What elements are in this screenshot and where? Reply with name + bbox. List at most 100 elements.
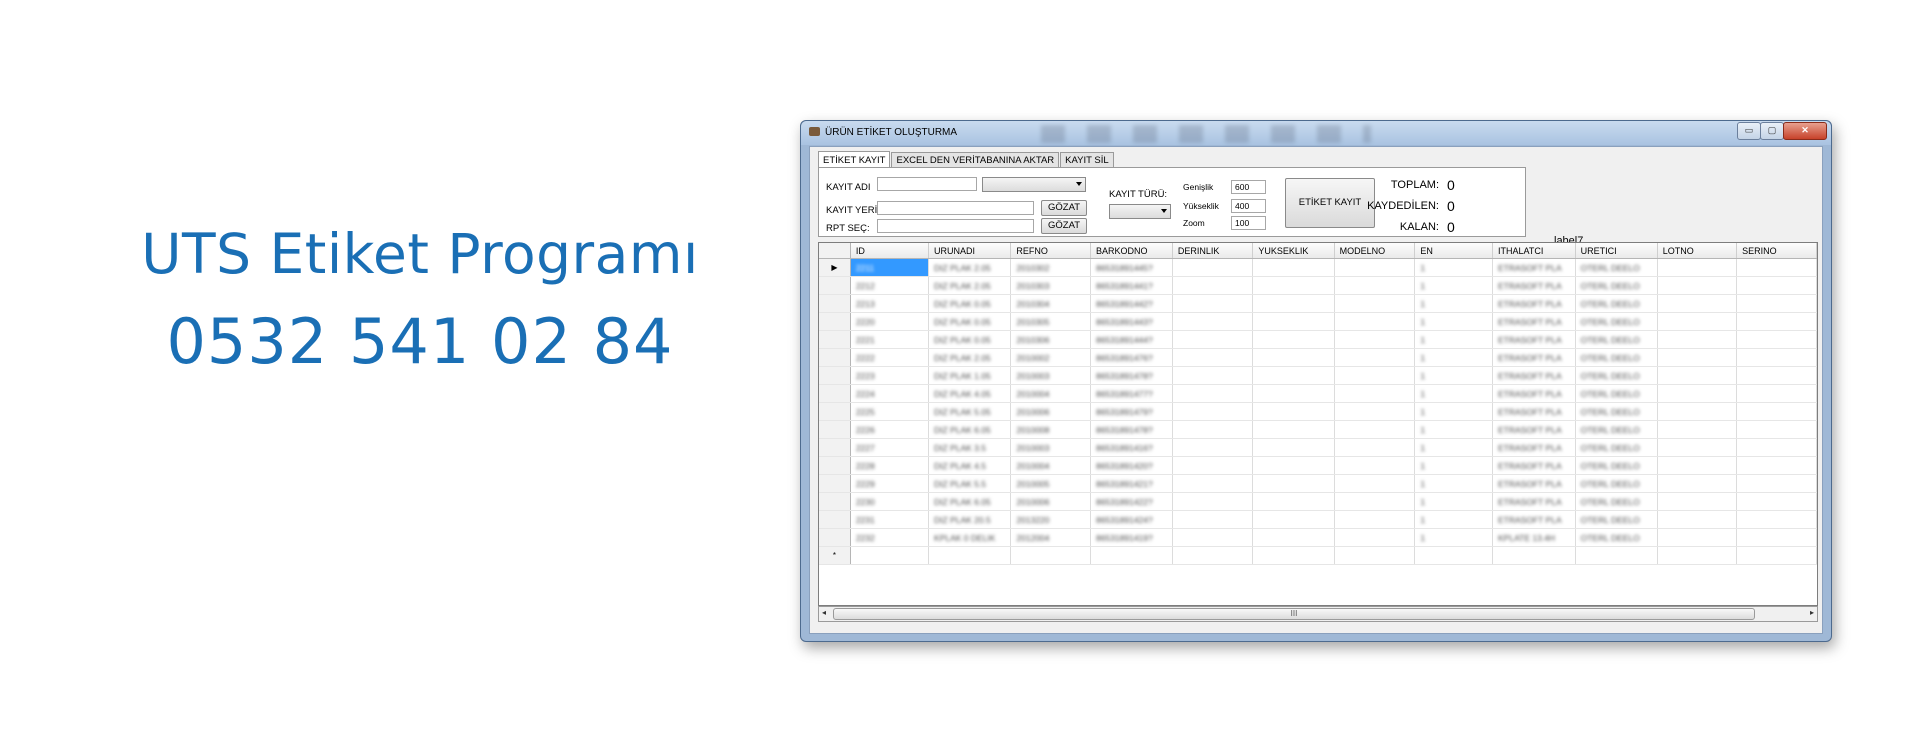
grid-cell[interactable]: OTERL DEELO — [1575, 420, 1658, 439]
grid-cell[interactable] — [1334, 330, 1416, 349]
grid-cell[interactable]: 86531891441? — [1090, 276, 1173, 295]
grid-cell[interactable] — [1736, 330, 1817, 349]
grid-cell[interactable]: 86531891421? — [1090, 474, 1173, 493]
grid-cell[interactable]: ETRASOFT PLA — [1492, 366, 1576, 385]
grid-cell[interactable] — [1172, 474, 1254, 493]
grid-cell[interactable] — [1334, 492, 1416, 511]
grid-cell[interactable] — [1334, 294, 1416, 313]
grid-cell[interactable] — [1736, 510, 1817, 529]
row-header[interactable] — [819, 348, 851, 367]
grid-cell[interactable]: 86531891478? — [1090, 420, 1173, 439]
grid-cell[interactable]: DIZ PLAK 2.05 — [928, 258, 1012, 277]
grid-cell[interactable]: 1 — [1414, 474, 1494, 493]
grid-cell[interactable]: 2010303 — [1010, 276, 1092, 295]
table-row[interactable]: 2212 DIZ PLAK 2.05 2010303 86531891441? 1 ETR… — [819, 276, 1817, 295]
grid-cell[interactable] — [1252, 384, 1335, 403]
grid-cell[interactable]: ETRASOFT PLA — [1492, 438, 1576, 457]
grid-cell[interactable]: 1 — [1414, 528, 1494, 547]
row-header[interactable] — [819, 384, 851, 403]
grid-cell[interactable]: ETRASOFT PLA — [1492, 474, 1576, 493]
kayit-adi-select[interactable] — [982, 177, 1086, 192]
grid-cell[interactable] — [1657, 258, 1738, 277]
grid-cell[interactable]: 1 — [1414, 366, 1494, 385]
row-header[interactable] — [819, 294, 851, 313]
grid-cell[interactable]: 1 — [1414, 294, 1494, 313]
grid-cell[interactable]: DIZ PLAK 5.05 — [928, 402, 1012, 421]
table-row[interactable]: 2221 DIZ PLAK 0.05 2010306 86531891444? 1 ETR… — [819, 330, 1817, 349]
grid-cell[interactable] — [1172, 312, 1254, 331]
grid-cell[interactable] — [1172, 348, 1254, 367]
column-header-yukseklik[interactable]: YUKSEKLIK — [1252, 243, 1335, 259]
row-header[interactable] — [819, 276, 851, 295]
grid-cell[interactable] — [1172, 294, 1254, 313]
grid-cell[interactable] — [1334, 546, 1416, 565]
grid-cell[interactable] — [1492, 546, 1576, 565]
grid-cell[interactable]: OTERL DEELO — [1575, 348, 1658, 367]
row-header[interactable] — [819, 438, 851, 457]
grid-cell[interactable] — [1172, 258, 1254, 277]
scroll-thumb[interactable]: III — [833, 608, 1755, 620]
grid-cell[interactable]: 86531891422? — [1090, 492, 1173, 511]
grid-cell[interactable] — [1172, 492, 1254, 511]
column-header-modelno[interactable]: MODELNO — [1334, 243, 1416, 259]
row-header[interactable] — [819, 474, 851, 493]
grid-cell[interactable] — [1172, 510, 1254, 529]
grid-cell[interactable] — [1334, 276, 1416, 295]
close-button[interactable]: ✕ — [1783, 122, 1827, 140]
grid-cell[interactable] — [1172, 420, 1254, 439]
grid-cell[interactable]: DIZ PLAK 2.05 — [928, 276, 1012, 295]
grid-cell[interactable]: OTERL DEELO — [1575, 276, 1658, 295]
gozat-button-1[interactable]: GÖZAT — [1041, 200, 1087, 216]
scroll-left-icon[interactable]: ◂ — [822, 608, 826, 617]
grid-cell[interactable] — [1736, 366, 1817, 385]
grid-cell[interactable]: 2012004 — [1010, 528, 1092, 547]
grid-cell[interactable] — [1736, 348, 1817, 367]
grid-cell[interactable] — [1010, 546, 1092, 565]
grid-cell[interactable]: ETRASOFT PLA — [1492, 294, 1576, 313]
table-row[interactable]: 2224 DIZ PLAK 4.05 2010004 86531891477? 1 ETR… — [819, 384, 1817, 403]
grid-cell[interactable]: 2010003 — [1010, 438, 1092, 457]
grid-cell[interactable]: ETRASOFT PLA — [1492, 384, 1576, 403]
grid-cell[interactable]: DIZ PLAK 4.5 — [928, 456, 1012, 475]
grid-cell[interactable] — [1252, 438, 1335, 457]
grid-cell[interactable]: 2010304 — [1010, 294, 1092, 313]
grid-cell[interactable]: 86531891476? — [1090, 348, 1173, 367]
grid-cell[interactable]: 2010004 — [1010, 384, 1092, 403]
grid-cell[interactable] — [1657, 384, 1738, 403]
maximize-button[interactable]: ▢ — [1760, 122, 1784, 140]
grid-cell[interactable]: 2230 — [850, 492, 930, 511]
grid-cell[interactable] — [1657, 528, 1738, 547]
grid-cell[interactable] — [1090, 546, 1173, 565]
data-grid[interactable]: ID URUNADI REFNO BARKODNO DERINLIK YUKSEKLIK M… — [818, 242, 1818, 606]
grid-cell[interactable] — [1172, 456, 1254, 475]
table-row[interactable]: 2230 DIZ PLAK 6.05 2010006 86531891422? 1 ETR… — [819, 492, 1817, 511]
new-row[interactable]: * — [819, 546, 1817, 565]
grid-cell[interactable] — [1657, 294, 1738, 313]
grid-cell[interactable]: 1 — [1414, 348, 1494, 367]
grid-cell[interactable] — [1334, 456, 1416, 475]
grid-cell[interactable]: 1 — [1414, 402, 1494, 421]
grid-cell[interactable]: OTERL DEELO — [1575, 294, 1658, 313]
grid-cell[interactable] — [1414, 546, 1494, 565]
grid-cell[interactable]: 1 — [1414, 330, 1494, 349]
grid-cell[interactable]: 2010003 — [1010, 366, 1092, 385]
grid-cell[interactable] — [1736, 402, 1817, 421]
grid-cell[interactable]: 86531891442? — [1090, 294, 1173, 313]
grid-cell[interactable]: 1 — [1414, 312, 1494, 331]
grid-cell[interactable] — [1657, 546, 1738, 565]
row-header[interactable] — [819, 330, 851, 349]
row-header[interactable] — [819, 420, 851, 439]
grid-cell[interactable]: 2228 — [850, 456, 930, 475]
table-row[interactable]: 2220 DIZ PLAK 0.05 2010305 86531891443? 1 ETR… — [819, 312, 1817, 331]
grid-cell[interactable] — [1736, 258, 1817, 277]
grid-cell[interactable]: DIZ PLAK 1.05 — [928, 366, 1012, 385]
grid-cell[interactable]: 2010005 — [1010, 474, 1092, 493]
grid-cell[interactable]: KPLAK 0 DELIK — [928, 528, 1012, 547]
table-row[interactable]: 2225 DIZ PLAK 5.05 2010006 86531891479? 1 ETR… — [819, 402, 1817, 421]
grid-cell[interactable] — [1252, 294, 1335, 313]
grid-cell[interactable]: 1 — [1414, 510, 1494, 529]
table-row[interactable]: ▶ 2211 DIZ PLAK 2.05 2010302 86531891445? 1 ET… — [819, 258, 1817, 277]
row-header[interactable] — [819, 312, 851, 331]
grid-cell[interactable] — [1252, 420, 1335, 439]
grid-cell[interactable] — [1172, 546, 1254, 565]
